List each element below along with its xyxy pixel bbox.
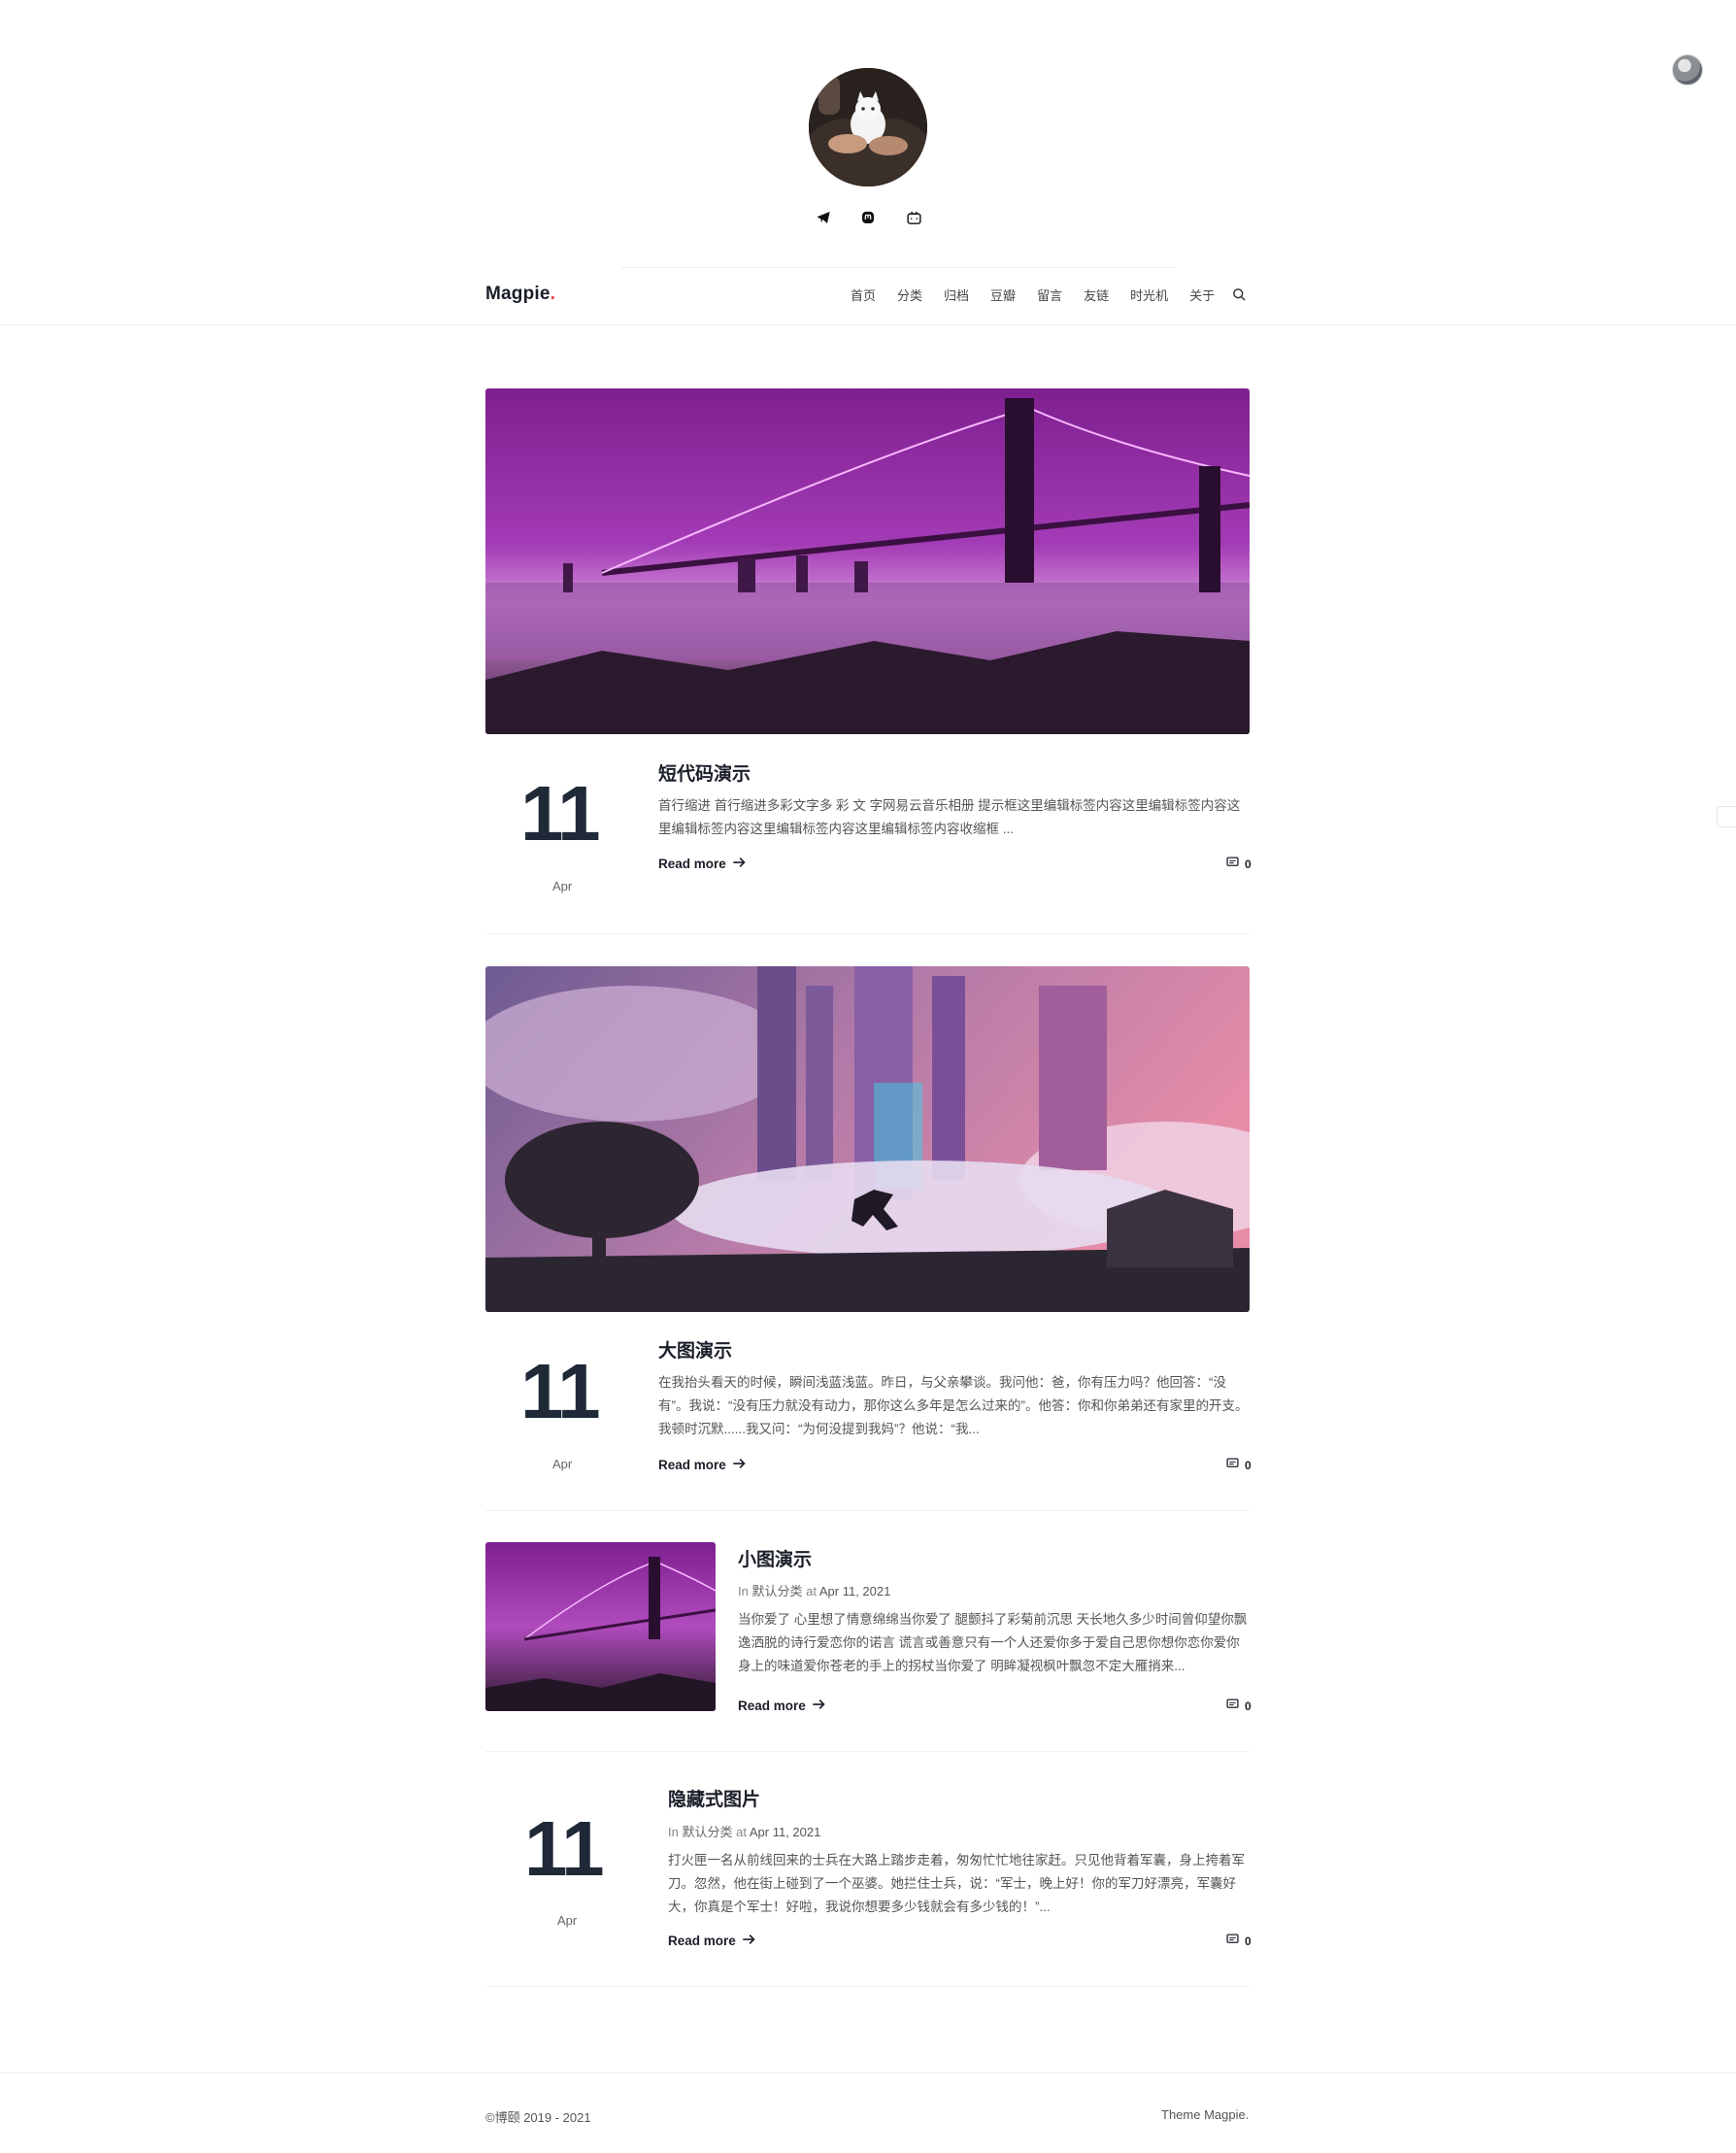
arrow-right-icon	[812, 1699, 826, 1713]
nav-item-douban[interactable]: 豆瓣	[990, 286, 1016, 304]
post-month: Apr	[557, 1913, 578, 1928]
arrow-right-icon	[732, 1458, 747, 1472]
arrow-right-icon	[732, 857, 747, 871]
read-more-link[interactable]: Read more	[738, 1699, 826, 1713]
post-divider	[485, 1751, 1250, 1752]
post-title[interactable]: 小图演示	[738, 1545, 812, 1571]
post-title[interactable]: 短代码演示	[658, 759, 751, 786]
post-divider	[485, 1986, 1250, 1987]
comment-number: 0	[1245, 1934, 1252, 1948]
read-more-link[interactable]: Read more	[668, 1934, 756, 1948]
post-excerpt: 打火匣一名从前线回来的士兵在大路上踏步走着，匆匆忙忙地往家赶。只见他背着军囊，身…	[668, 1853, 1245, 1914]
comment-number: 0	[1245, 857, 1252, 871]
read-more-link[interactable]: Read more	[658, 857, 747, 871]
post-excerpt: 当你爱了 心里想了情意绵绵当你爱了 腿颤抖了彩菊前沉思 天长地久多少时间曾仰望你…	[738, 1612, 1248, 1673]
user-avatar[interactable]	[1672, 54, 1703, 85]
nav-divider	[0, 324, 1736, 325]
search-icon[interactable]	[1230, 286, 1248, 304]
post-meta: In 默认分类 at Apr 11, 2021	[738, 1581, 890, 1599]
post-excerpt: 首行缩进 首行缩进多彩文字多 彩 文 字网易云音乐相册 提示框这里编辑标签内容这…	[658, 798, 1241, 836]
nav-item-links[interactable]: 友链	[1084, 286, 1109, 304]
comment-count[interactable]: 0	[1226, 1458, 1252, 1472]
comment-count[interactable]: 0	[1226, 1934, 1252, 1948]
mastodon-icon[interactable]	[856, 206, 880, 229]
read-more-label: Read more	[738, 1699, 806, 1713]
nav-item-archive[interactable]: 归档	[944, 286, 969, 304]
post-category[interactable]: 默认分类	[682, 1825, 732, 1839]
post-category[interactable]: 默认分类	[751, 1584, 802, 1598]
post-title[interactable]: 隐藏式图片	[668, 1785, 760, 1811]
meta-in: In	[668, 1825, 679, 1839]
meta-in: In	[738, 1584, 749, 1598]
comment-icon	[1226, 1934, 1239, 1948]
comment-icon	[1226, 1699, 1239, 1713]
comment-count[interactable]: 0	[1226, 1699, 1252, 1713]
post-month: Apr	[552, 1457, 573, 1471]
read-more-label: Read more	[658, 857, 726, 871]
header-separator	[621, 267, 1175, 268]
nav-item-home[interactable]: 首页	[851, 286, 876, 304]
read-more-label: Read more	[658, 1458, 726, 1472]
post-divider	[485, 933, 1250, 934]
footer-theme-credit[interactable]: Theme Magpie.	[1161, 2107, 1249, 2122]
read-more-label: Read more	[668, 1934, 736, 1948]
footer-divider	[0, 2072, 1736, 2073]
post-thumbnail[interactable]	[485, 1542, 716, 1711]
post-cover-image[interactable]	[485, 388, 1250, 734]
profile-avatar	[809, 68, 927, 186]
post-title[interactable]: 大图演示	[658, 1336, 732, 1362]
footer-copyright: ©博颐 2019 - 2021	[485, 2110, 591, 2125]
bilibili-icon[interactable]	[902, 206, 925, 229]
read-more-link[interactable]: Read more	[658, 1458, 747, 1472]
brand-dot: .	[550, 284, 556, 304]
comment-icon	[1226, 1458, 1239, 1472]
brand-text: Magpie	[485, 284, 551, 304]
comment-icon	[1226, 857, 1239, 871]
post-cover-image[interactable]	[485, 966, 1250, 1312]
post-date: Apr 11, 2021	[749, 1825, 821, 1839]
nav-item-timemachine[interactable]: 时光机	[1130, 286, 1168, 304]
nav-item-guestbook[interactable]: 留言	[1037, 286, 1062, 304]
nav-item-about[interactable]: 关于	[1189, 286, 1215, 304]
post-date: Apr 11, 2021	[818, 1584, 891, 1598]
post-excerpt: 在我抬头看天的时候，瞬间浅蓝浅蓝。昨日，与父亲攀谈。我问他：爸，你有压力吗？他回…	[658, 1375, 1249, 1436]
comment-number: 0	[1245, 1699, 1252, 1713]
meta-at: at	[736, 1825, 747, 1839]
side-drawer-tab[interactable]	[1717, 806, 1735, 827]
site-brand[interactable]: Magpie.	[485, 284, 555, 305]
post-month: Apr	[552, 879, 573, 893]
main-nav: 首页 分类 归档 豆瓣 留言 友链 时光机 关于	[851, 286, 1248, 304]
meta-at: at	[806, 1584, 817, 1598]
comment-number: 0	[1245, 1458, 1252, 1472]
post-divider	[485, 1510, 1250, 1511]
arrow-right-icon	[742, 1934, 756, 1948]
post-meta: In 默认分类 at Apr 11, 2021	[668, 1822, 820, 1840]
post-day: 11	[520, 770, 601, 857]
nav-item-category[interactable]: 分类	[897, 286, 922, 304]
comment-count[interactable]: 0	[1226, 857, 1252, 871]
post-day: 11	[520, 1348, 601, 1434]
post-day: 11	[524, 1805, 605, 1892]
telegram-icon[interactable]	[812, 206, 835, 229]
